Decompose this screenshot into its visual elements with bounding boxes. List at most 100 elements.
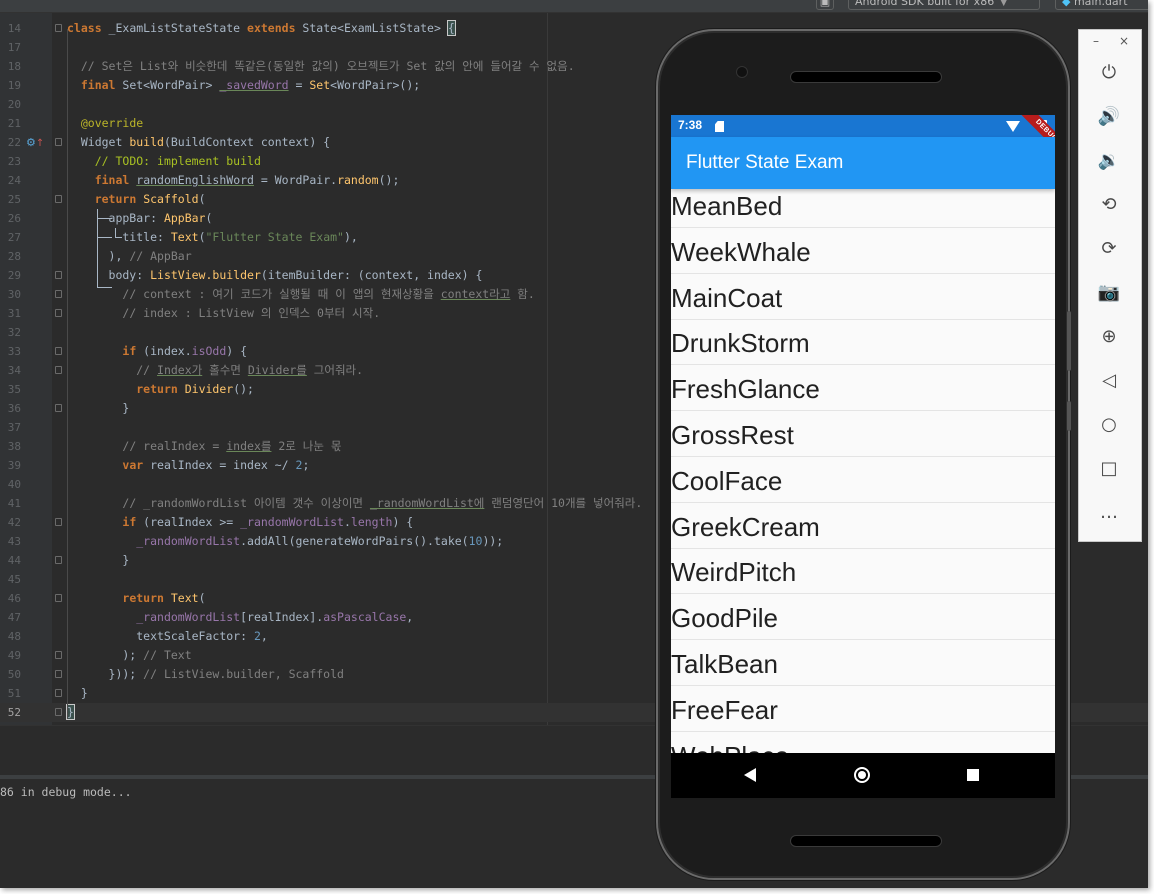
code-text: } [66,704,75,720]
home-icon[interactable] [854,767,870,783]
volume-rocker [1067,311,1071,371]
code-text: })); // ListView.builder, Scaffold [67,667,344,681]
list-item[interactable]: DrunkStorm [671,326,1055,372]
line-number: 23 [7,155,21,168]
ide-toolbar: ▣ Android SDK built for x86 ▼ ◆ main.dart [0,0,1148,13]
list-item[interactable]: MeanBed [671,189,1055,235]
app-title: Flutter State Exam [686,152,844,173]
line-number: 31 [7,307,21,320]
volume-up-button[interactable]: 🔊 [1094,106,1124,134]
code-text: return Divider(); [136,382,254,396]
fold-marker-icon[interactable] [55,689,62,697]
code-text: // Index가 홀수면 Divider를 그어줘라. [136,363,364,377]
camera-icon [736,66,748,78]
code-text: // realIndex = index를 2로 나눈 몫 [122,439,342,453]
phone-screen[interactable]: 7:38 DEBUG Flutter State Exam MeanBed Wee… [671,115,1055,798]
list-item[interactable]: FreshGlance [671,372,1055,418]
fold-marker-icon[interactable] [55,708,62,716]
fold-marker-icon[interactable] [55,309,62,317]
fold-marker-icon[interactable] [55,404,62,412]
code-text: @override [80,116,144,130]
list-item[interactable]: GoodPile [671,601,1055,647]
list-item[interactable]: FreeFear [671,693,1055,739]
power-key [1067,401,1071,431]
code-text: Widget build(BuildContext context) { [67,135,331,149]
word-text: GoodPile [671,603,778,634]
code-text: } [67,553,130,567]
recents-icon[interactable] [967,769,979,781]
list-divider [671,272,1055,274]
line-number: 27 [7,231,21,244]
list-item[interactable]: CoolFace [671,464,1055,510]
run-config-selector[interactable]: ◆ main.dart [1055,0,1148,10]
code-text: // TODO: implement build [94,154,261,168]
list-divider [671,456,1055,457]
list-item[interactable]: WeirdPitch [671,555,1055,601]
list-item[interactable]: WeekWhale [671,235,1055,281]
line-number: 41 [7,497,21,510]
screenshot-button[interactable]: 📷 [1094,282,1124,310]
more-button[interactable]: … [1094,502,1124,530]
line-number: 22 [7,136,21,149]
line-number: 30 [7,288,21,301]
fold-marker-icon[interactable] [55,138,62,146]
list-divider [671,501,1055,503]
fold-marker-icon[interactable] [55,518,62,526]
fold-marker-icon[interactable] [55,24,62,32]
line-number: 49 [7,649,21,662]
home-button[interactable]: ○ [1094,414,1124,442]
list-divider [671,364,1055,366]
fold-marker-icon[interactable] [55,651,62,659]
line-number: 28 [7,250,21,263]
override-gutter-icon[interactable]: ⚙↑ [26,136,44,150]
code-text: appBar: AppBar( [67,211,213,225]
zoom-button[interactable]: ⊕ [1094,326,1124,354]
power-button[interactable]: ⏻ [1094,62,1124,90]
code-text: return Scaffold( [94,192,206,206]
word-text: MainCoat [671,282,783,313]
line-number: 25 [7,193,21,206]
list-item[interactable]: TalkBean [671,647,1055,693]
line-number: 18 [7,60,21,73]
code-text: final randomEnglishWord = WordPair.rando… [94,173,400,187]
device-label: Android SDK built for x86 [855,0,995,8]
list-item[interactable]: GreekCream [671,510,1055,556]
fold-marker-icon[interactable] [55,556,62,564]
console-output: 86 in debug mode... [0,785,132,799]
fold-marker-icon[interactable] [55,271,62,279]
line-number: 33 [7,345,21,358]
word-text: GreekCream [671,511,820,542]
word-text: CoolFace [671,465,783,496]
list-item[interactable]: GrossRest [671,418,1055,464]
line-number: 45 [7,573,21,586]
back-icon[interactable] [744,768,756,782]
fold-marker-icon[interactable] [55,347,62,355]
line-number: 34 [7,364,21,377]
volume-down-button[interactable]: 🔉 [1094,150,1124,178]
rotate-left-button[interactable]: ⟲ [1094,194,1124,222]
device-selector[interactable]: Android SDK built for x86 ▼ [848,0,1040,10]
list-item[interactable]: MainCoat [671,281,1055,327]
fold-marker-icon[interactable] [55,195,62,203]
fold-marker-icon[interactable] [55,670,62,678]
line-number: 17 [7,41,21,54]
overview-button[interactable]: □ [1094,458,1124,486]
rotate-right-button[interactable]: ⟳ [1094,238,1124,266]
close-icon[interactable]: × [1119,34,1129,48]
line-number: 43 [7,535,21,548]
list-item[interactable]: WebPlace [671,739,1055,753]
fold-marker-icon[interactable] [55,594,62,602]
fold-marker-icon[interactable] [55,290,62,298]
app-icon[interactable]: ▣ [816,0,834,10]
list-divider [671,685,1055,686]
widget-tree-guide [115,228,122,238]
code-text: textScaleFactor: 2, [67,629,268,643]
fold-marker-icon[interactable] [55,366,62,374]
word-text: WeirdPitch [671,557,797,588]
word-list[interactable]: MeanBed WeekWhale MainCoat DrunkStorm FreshG… [671,189,1055,753]
line-number: 21 [7,117,21,130]
line-number: 37 [7,421,21,434]
minimize-icon[interactable]: – [1093,34,1099,48]
code-text: _randomWordList[realIndex].asPascalCase, [136,610,414,624]
back-button[interactable]: ◁ [1094,370,1124,398]
